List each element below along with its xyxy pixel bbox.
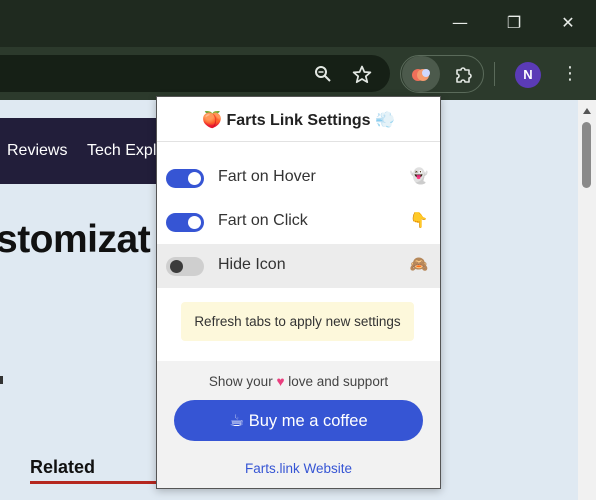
related-heading: Related [30, 457, 96, 477]
support-text: Show your ♥ love and support [157, 374, 440, 389]
pointing-down-icon: 👇 [409, 211, 429, 229]
nav-item-reviews[interactable]: Reviews [7, 142, 67, 160]
fart-on-click-toggle[interactable] [166, 213, 204, 232]
toolbar-divider [494, 62, 495, 86]
ghost-icon: 👻 [409, 167, 429, 185]
support-prefix: Show your [208, 374, 273, 389]
see-no-evil-monkey-icon: 🙈 [409, 255, 429, 273]
toggle-knob [170, 260, 183, 273]
bookmark-star-icon[interactable] [352, 65, 372, 84]
toggle-knob [188, 216, 201, 229]
buy-me-a-coffee-button[interactable]: ☕ Buy me a coffee [174, 400, 423, 441]
toggle-knob [188, 172, 201, 185]
peach-extension-icon [412, 69, 430, 81]
profile-avatar[interactable]: N [515, 62, 541, 88]
support-suffix: love and support [288, 374, 389, 389]
setting-label: Hide Icon [218, 256, 286, 273]
coffee-button-content: ☕ Buy me a coffee [174, 411, 423, 431]
browser-titlebar: — ❐ ✕ [0, 0, 596, 47]
hide-icon-toggle[interactable] [166, 257, 204, 276]
website-link[interactable]: Farts.link Website [157, 461, 440, 476]
setting-row-hide-icon: Hide Icon 🙈 [157, 244, 440, 288]
browser-menu-icon[interactable]: ⋮ [561, 62, 579, 86]
extension-popup: 🍑 Farts Link Settings 💨 Fart on Hover 👻 … [156, 96, 441, 489]
heart-icon: ♥ [276, 374, 285, 389]
nav-item-tech-explained[interactable]: Tech Expla [87, 142, 165, 160]
coffee-icon: ☕ [229, 411, 245, 430]
setting-row-fart-on-hover: Fart on Hover 👻 [157, 156, 440, 200]
scroll-up-arrow-icon[interactable] [583, 108, 591, 114]
scroll-thumb[interactable] [582, 122, 591, 188]
setting-label: Fart on Hover [218, 168, 316, 185]
popup-title: 🍑 Farts Link Settings 💨 [157, 110, 440, 130]
maximize-button[interactable]: ❐ [501, 10, 527, 36]
browser-toolbar [0, 47, 596, 100]
fart-on-hover-toggle[interactable] [166, 169, 204, 188]
setting-row-fart-on-click: Fart on Click 👇 [157, 200, 440, 244]
peach-icon: 🍑 [202, 110, 223, 129]
coffee-button-label: Buy me a coffee [248, 412, 368, 430]
support-section: Show your ♥ love and support ☕ Buy me a … [157, 361, 440, 488]
setting-label: Fart on Click [218, 212, 308, 229]
site-nav: Reviews Tech Expla [0, 118, 170, 184]
close-window-button[interactable]: ✕ [555, 10, 581, 36]
wind-icon: 💨 [374, 110, 395, 129]
popup-header: 🍑 Farts Link Settings 💨 [157, 97, 440, 142]
page-fragment [0, 376, 3, 384]
puzzle-icon[interactable] [454, 64, 474, 84]
article-heading: stomizat [0, 218, 151, 261]
screen: — ❐ ✕ N ⋮ Reviews Tech Expla stomizat Re… [0, 0, 596, 500]
minimize-button[interactable]: — [447, 10, 473, 36]
farts-link-extension-button[interactable] [402, 56, 440, 92]
refresh-notice: Refresh tabs to apply new settings [181, 302, 414, 341]
zoom-icon[interactable] [314, 65, 332, 83]
related-underline [30, 481, 156, 484]
popup-title-text: Farts Link Settings [226, 112, 371, 129]
refresh-notice-text: Refresh tabs to apply new settings [194, 314, 401, 329]
